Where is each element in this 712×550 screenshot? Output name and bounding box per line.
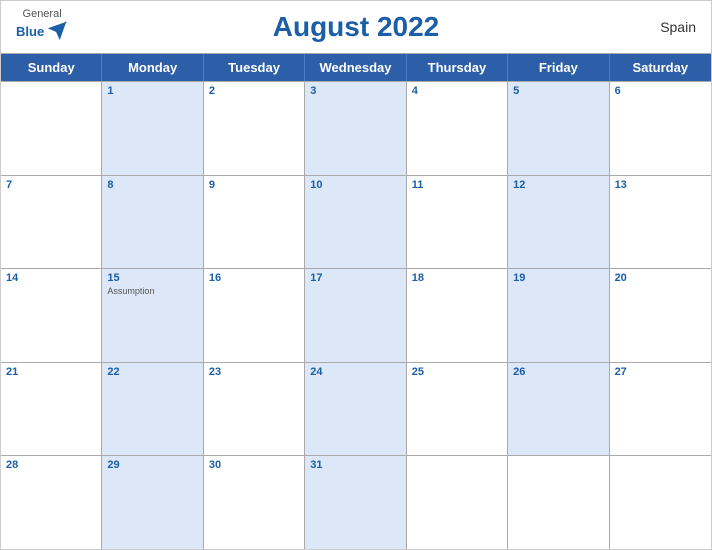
day-cell-0-3: 3	[305, 82, 406, 175]
day-cell-3-2: 23	[204, 363, 305, 456]
day-cell-4-2: 30	[204, 456, 305, 549]
day-num-17: 17	[310, 272, 400, 284]
day-cell-2-1: 15 Assumption	[102, 269, 203, 362]
day-num-13: 13	[615, 179, 706, 191]
week-row-3: 14 15 Assumption 16 17 18 19 20	[1, 268, 711, 362]
day-num-28: 28	[6, 459, 96, 471]
day-num-8: 8	[107, 179, 197, 191]
day-num-30: 30	[209, 459, 299, 471]
day-num-24: 24	[310, 366, 400, 378]
day-num-18: 18	[412, 272, 502, 284]
day-cell-4-0: 28	[1, 456, 102, 549]
header-friday: Friday	[508, 54, 609, 81]
day-cell-2-3: 17	[305, 269, 406, 362]
day-num-21: 21	[6, 366, 96, 378]
day-cell-0-1: 1	[102, 82, 203, 175]
day-num-22: 22	[107, 366, 197, 378]
day-num-2: 2	[209, 85, 299, 97]
day-num-14: 14	[6, 272, 96, 284]
day-num-3: 3	[310, 85, 400, 97]
week-row-1: 123456	[1, 81, 711, 175]
day-num-19: 19	[513, 272, 603, 284]
header-thursday: Thursday	[407, 54, 508, 81]
day-cell-0-5: 5	[508, 82, 609, 175]
day-cell-4-3: 31	[305, 456, 406, 549]
day-num-6: 6	[615, 85, 706, 97]
day-cell-0-4: 4	[407, 82, 508, 175]
day-cell-1-3: 10	[305, 176, 406, 269]
day-num-31: 31	[310, 459, 400, 471]
day-num-11: 11	[412, 179, 502, 191]
day-cell-0-6: 6	[610, 82, 711, 175]
day-num-10: 10	[310, 179, 400, 191]
header-tuesday: Tuesday	[204, 54, 305, 81]
day-cell-3-1: 22	[102, 363, 203, 456]
calendar-header: General Blue August 2022 Spain	[1, 1, 711, 53]
weeks-container: 123456789101112131415Assumption161718192…	[1, 81, 711, 549]
week-row-4: 21 22 23 24 25 26 27	[1, 362, 711, 456]
day-num-25: 25	[412, 366, 502, 378]
week-row-2: 789 10 11 12 13	[1, 175, 711, 269]
day-num-5: 5	[513, 85, 603, 97]
day-cell-1-0: 7	[1, 176, 102, 269]
logo-area: General Blue	[16, 9, 68, 42]
day-num-4: 4	[412, 85, 502, 97]
day-num-27: 27	[615, 366, 706, 378]
day-num-26: 26	[513, 366, 603, 378]
day-cell-2-4: 18	[407, 269, 508, 362]
calendar-container: General Blue August 2022 Spain Sunday Mo…	[0, 0, 712, 550]
day-num-12: 12	[513, 179, 603, 191]
header-saturday: Saturday	[610, 54, 711, 81]
day-cell-3-5: 26	[508, 363, 609, 456]
day-cell-2-2: 16	[204, 269, 305, 362]
day-cell-3-4: 25	[407, 363, 508, 456]
calendar-title: August 2022	[273, 11, 440, 43]
day-cell-1-6: 13	[610, 176, 711, 269]
day-cell-1-4: 11	[407, 176, 508, 269]
day-headers-row: Sunday Monday Tuesday Wednesday Thursday…	[1, 54, 711, 81]
day-num-16: 16	[209, 272, 299, 284]
day-cell-3-0: 21	[1, 363, 102, 456]
day-cell-4-5	[508, 456, 609, 549]
header-monday: Monday	[102, 54, 203, 81]
calendar-grid: Sunday Monday Tuesday Wednesday Thursday…	[1, 53, 711, 549]
day-cell-3-6: 27	[610, 363, 711, 456]
day-cell-3-3: 24	[305, 363, 406, 456]
day-num-7: 7	[6, 179, 96, 191]
day-num-20: 20	[615, 272, 706, 284]
day-cell-2-5: 19	[508, 269, 609, 362]
country-label: Spain	[660, 19, 696, 35]
day-cell-2-6: 20	[610, 269, 711, 362]
day-cell-0-0	[1, 82, 102, 175]
day-num-9: 9	[209, 179, 299, 191]
day-num-29: 29	[107, 459, 197, 471]
logo-bird-icon	[46, 20, 68, 42]
logo-general-text: General	[23, 9, 62, 20]
day-cell-2-0: 14	[1, 269, 102, 362]
day-num-15: 15	[107, 272, 197, 284]
logo-blue-text: Blue	[16, 25, 44, 38]
header-sunday: Sunday	[1, 54, 102, 81]
day-cell-0-2: 2	[204, 82, 305, 175]
day-num-1: 1	[107, 85, 197, 97]
day-cell-1-1: 8	[102, 176, 203, 269]
day-cell-1-2: 9	[204, 176, 305, 269]
day-cell-4-1: 29	[102, 456, 203, 549]
day-cell-4-6	[610, 456, 711, 549]
day-cell-4-4	[407, 456, 508, 549]
header-wednesday: Wednesday	[305, 54, 406, 81]
day-num-23: 23	[209, 366, 299, 378]
holiday-assumption: Assumption	[107, 286, 197, 296]
week-row-5: 28 29 30 31	[1, 455, 711, 549]
day-cell-1-5: 12	[508, 176, 609, 269]
